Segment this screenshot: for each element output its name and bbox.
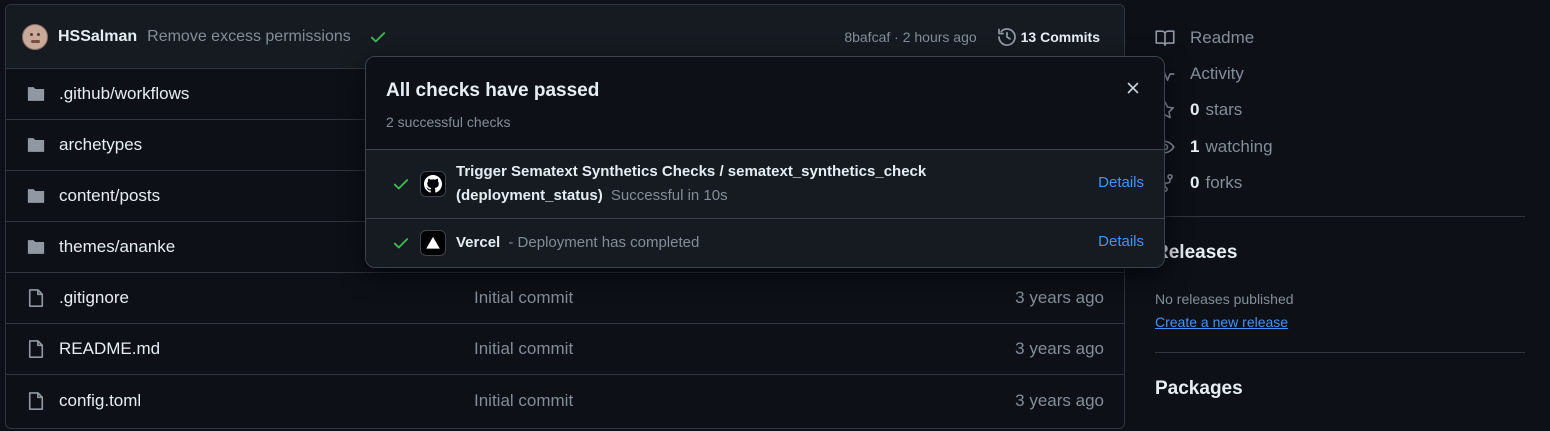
file-name[interactable]: .github/workflows: [59, 84, 189, 104]
file-commit-message[interactable]: Initial commit: [474, 339, 573, 359]
watching-count: 1: [1190, 137, 1200, 156]
check-name-line1: Trigger Sematext Synthetics Checks / sem…: [456, 163, 927, 180]
close-button[interactable]: [1122, 77, 1144, 99]
checks-popover: All checks have passed 2 successful chec…: [365, 56, 1165, 268]
check-text: Trigger Sematext Synthetics Checks / sem…: [456, 160, 926, 208]
avatar[interactable]: [22, 23, 48, 50]
details-link[interactable]: Details: [1098, 174, 1144, 191]
packages-heading[interactable]: Packages: [1155, 378, 1243, 400]
activity-label: Activity: [1190, 64, 1244, 83]
stars-link[interactable]: 0 stars: [1155, 100, 1242, 120]
github-icon: [424, 175, 442, 193]
check-icon[interactable]: [369, 28, 387, 46]
file-name[interactable]: config.toml: [59, 391, 141, 411]
check-text: Vercel - Deployment has completed: [456, 231, 699, 255]
create-release-link[interactable]: Create a new release: [1155, 314, 1288, 330]
commits-link[interactable]: 13 Commits: [1021, 29, 1100, 45]
releases-heading[interactable]: Releases: [1155, 242, 1237, 264]
check-status: - Deployment has completed: [508, 234, 700, 251]
repo-sidebar: Readme Activity 0 stars 1 watching 0 for…: [1155, 0, 1525, 431]
commit-author[interactable]: HSSalman: [58, 28, 137, 46]
file-icon: [28, 391, 44, 410]
file-commit-date: 3 years ago: [1015, 288, 1104, 307]
file-commit-message[interactable]: Initial commit: [474, 391, 573, 411]
readme-label: Readme: [1190, 28, 1255, 47]
check-item: Trigger Sematext Synthetics Checks / sem…: [366, 150, 1164, 219]
divider: [1155, 216, 1525, 217]
book-icon: [1155, 30, 1175, 47]
file-name[interactable]: archetypes: [59, 135, 142, 155]
file-name[interactable]: themes/ananke: [59, 237, 175, 257]
folder-icon: [27, 240, 45, 254]
forks-link[interactable]: 0 forks: [1155, 173, 1242, 193]
file-row[interactable]: config.toml Initial commit 3 years ago: [6, 375, 1124, 426]
folder-icon: [27, 87, 45, 101]
vercel-app-avatar: [420, 230, 446, 256]
commit-sha-time[interactable]: 8bafcaf · 2 hours ago: [844, 29, 976, 45]
file-row[interactable]: README.md Initial commit 3 years ago: [6, 324, 1124, 375]
watching-link[interactable]: 1 watching: [1155, 137, 1273, 157]
popover-subtitle: 2 successful checks: [386, 114, 511, 130]
file-commit-message[interactable]: Initial commit: [474, 288, 573, 308]
history-icon: [997, 28, 1016, 46]
commit-message[interactable]: Remove excess permissions: [147, 28, 351, 46]
check-name-line2: (deployment_status): [456, 187, 603, 204]
vercel-icon: [426, 236, 440, 249]
github-app-avatar: [420, 171, 446, 197]
check-icon: [393, 238, 409, 249]
file-commit-date: 3 years ago: [1015, 339, 1104, 358]
details-link[interactable]: Details: [1098, 233, 1144, 250]
file-icon: [28, 289, 44, 307]
check-name: Vercel: [456, 234, 501, 251]
folder-icon: [27, 189, 45, 203]
popover-title: All checks have passed: [386, 80, 600, 101]
file-row[interactable]: .gitignore Initial commit 3 years ago: [6, 273, 1124, 324]
file-name[interactable]: README.md: [59, 339, 160, 359]
file-commit-date: 3 years ago: [1015, 390, 1104, 410]
stars-label: stars: [1205, 100, 1243, 119]
watching-label: watching: [1205, 137, 1273, 156]
file-icon: [28, 340, 44, 358]
forks-count: 0: [1190, 173, 1200, 192]
folder-icon: [27, 138, 45, 152]
file-name[interactable]: content/posts: [59, 186, 160, 206]
check-icon: [393, 179, 409, 190]
divider: [1155, 352, 1525, 353]
readme-link[interactable]: Readme: [1155, 28, 1254, 48]
no-releases-text: No releases published: [1155, 291, 1294, 307]
check-item: Vercel - Deployment has completed Detail…: [366, 219, 1164, 267]
forks-label: forks: [1205, 173, 1243, 192]
check-status: Successful in 10s: [610, 187, 728, 204]
popover-header: All checks have passed 2 successful chec…: [366, 57, 1164, 150]
stars-count: 0: [1190, 100, 1200, 119]
activity-link[interactable]: Activity: [1155, 64, 1244, 84]
close-icon: [1127, 82, 1139, 94]
file-name[interactable]: .gitignore: [59, 288, 129, 308]
